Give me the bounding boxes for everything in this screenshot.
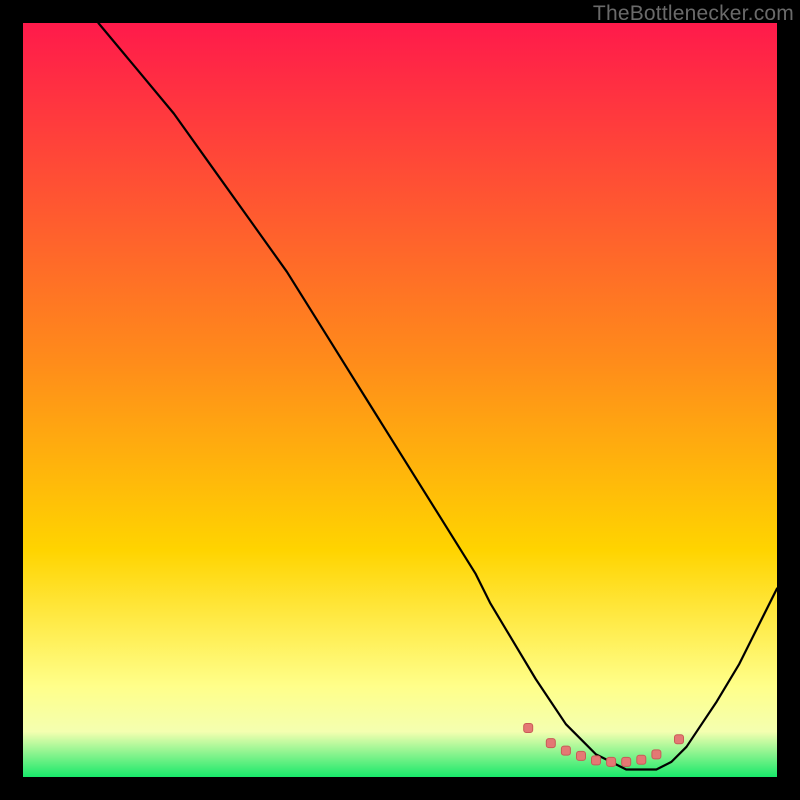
marker-dot xyxy=(607,757,616,766)
marker-dot xyxy=(546,739,555,748)
marker-dot xyxy=(675,735,684,744)
marker-dot xyxy=(524,724,533,733)
marker-dot xyxy=(592,756,601,765)
marker-dot xyxy=(622,757,631,766)
bottleneck-chart xyxy=(23,23,777,777)
watermark-text: TheBottlenecker.com xyxy=(593,2,794,26)
gradient-background xyxy=(23,23,777,777)
marker-dot xyxy=(637,755,646,764)
marker-dot xyxy=(652,750,661,759)
marker-dot xyxy=(561,746,570,755)
marker-dot xyxy=(577,751,586,760)
